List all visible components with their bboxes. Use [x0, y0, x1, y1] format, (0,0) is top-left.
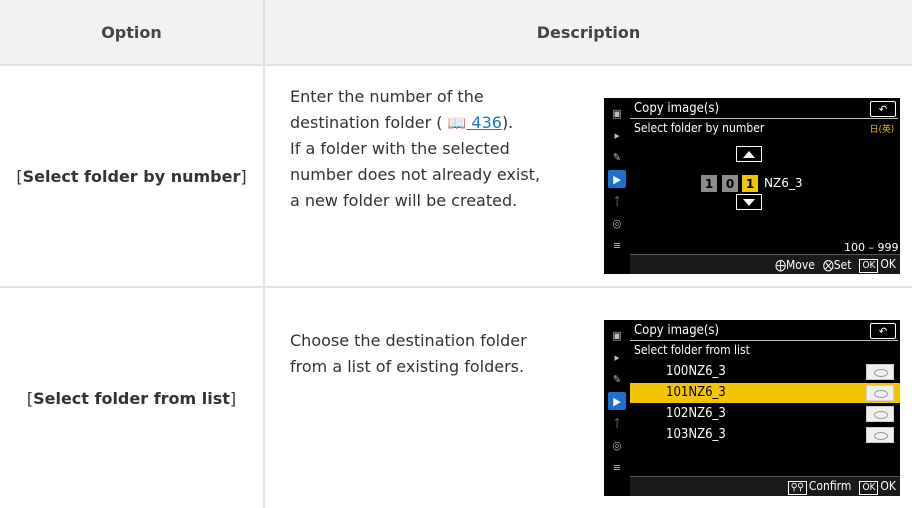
page-reference-link[interactable]: 📖 436	[448, 113, 502, 132]
description-line: destination folder ( 📖 436).	[290, 110, 582, 136]
thumbnail	[866, 385, 894, 401]
playback-icon: ▶	[608, 392, 626, 410]
description-line: Enter the number of the	[290, 87, 484, 106]
folder-list-item[interactable]: 103NZ6_3	[630, 425, 900, 445]
option-name: Select folder by number	[22, 166, 241, 186]
menu-sidebar: ▣ ▸ ✎ ▶ ᛏ ◎ ≡	[604, 98, 630, 274]
wrench-icon: ᛏ	[613, 416, 621, 430]
footer-move: ⨁Move	[775, 257, 815, 272]
column-divider	[263, 0, 265, 508]
description-line: If a folder with the selected	[290, 139, 510, 158]
folder-digit-selected[interactable]: 1	[742, 175, 758, 192]
header-option: Option	[101, 22, 162, 42]
footer-confirm: ⚲⚲ Confirm	[787, 479, 851, 495]
camera-icon: ▣	[612, 328, 622, 342]
description-line: number does not already exist,	[290, 165, 541, 184]
footer-ok: OK OK	[859, 479, 896, 495]
pencil-icon: ✎	[612, 372, 622, 386]
footer-ok: OK OK	[859, 257, 896, 273]
book-icon: 📖	[447, 114, 467, 132]
header-description: Description	[536, 22, 641, 42]
description-line: Choose the destination folder	[290, 331, 527, 350]
folder-list-item-selected[interactable]: 101NZ6_3	[630, 383, 900, 403]
screen-subtitle: Select folder from list	[634, 343, 750, 357]
folder-suffix: NZ6_3	[764, 176, 803, 190]
folder-digit: 1	[701, 175, 717, 192]
screen-subtitle: Select folder by number	[634, 121, 765, 135]
back-icon: ↶	[870, 101, 896, 117]
option-cell: [Select folder by number]	[16, 166, 247, 186]
table-header: Option Description	[0, 0, 912, 64]
screen-footer: ⨁Move ⨂Set OK OK	[630, 254, 900, 274]
screen-title: Copy image(s)	[634, 323, 720, 338]
wrench-icon: ᛏ	[613, 194, 621, 208]
divider	[630, 340, 898, 341]
my-menu-icon: ≡	[612, 460, 622, 474]
increase-arrow[interactable]	[736, 146, 762, 162]
playback-icon: ▶	[608, 170, 626, 188]
network-icon: ◎	[612, 438, 622, 452]
language-badge: 日(英)	[869, 125, 894, 135]
footer-set: ⨂Set	[822, 257, 852, 272]
description-cell: Choose the destination folder from a lis…	[290, 328, 582, 380]
screen-footer: ⚲⚲ Confirm OK OK	[630, 476, 900, 496]
thumbnail	[866, 364, 894, 380]
option-cell: [Select folder from list]	[26, 388, 237, 408]
network-icon: ◎	[612, 216, 622, 230]
folder-list-item[interactable]: 100NZ6_3	[630, 362, 900, 382]
folder-list-item[interactable]: 102NZ6_3	[630, 404, 900, 424]
folder-digit: 0	[722, 175, 738, 192]
screen-title: Copy image(s)	[634, 101, 720, 116]
movie-icon: ▸	[614, 350, 620, 364]
description-line: a new folder will be created.	[290, 191, 518, 210]
description-cell: Enter the number of the destination fold…	[290, 84, 582, 214]
divider	[630, 118, 898, 119]
folder-range: 100 – 999	[844, 241, 899, 254]
movie-icon: ▸	[614, 128, 620, 142]
thumbnail	[866, 427, 894, 443]
camera-screen-from-list: ▣ ▸ ✎ ▶ ᛏ ◎ ≡ Copy image(s) ↶ Select fol…	[604, 320, 900, 496]
menu-sidebar: ▣ ▸ ✎ ▶ ᛏ ◎ ≡	[604, 320, 630, 496]
back-icon: ↶	[870, 323, 896, 339]
zoom-icon: ⚲⚲	[787, 480, 807, 495]
description-line: from a list of existing folders.	[290, 357, 525, 376]
decrease-arrow[interactable]	[736, 194, 762, 210]
thumbnail	[866, 406, 894, 422]
my-menu-icon: ≡	[612, 238, 622, 252]
options-table: Option Description [Select folder by num…	[0, 0, 912, 508]
option-name: Select folder from list	[33, 388, 230, 408]
pencil-icon: ✎	[612, 150, 622, 164]
camera-icon: ▣	[612, 106, 622, 120]
